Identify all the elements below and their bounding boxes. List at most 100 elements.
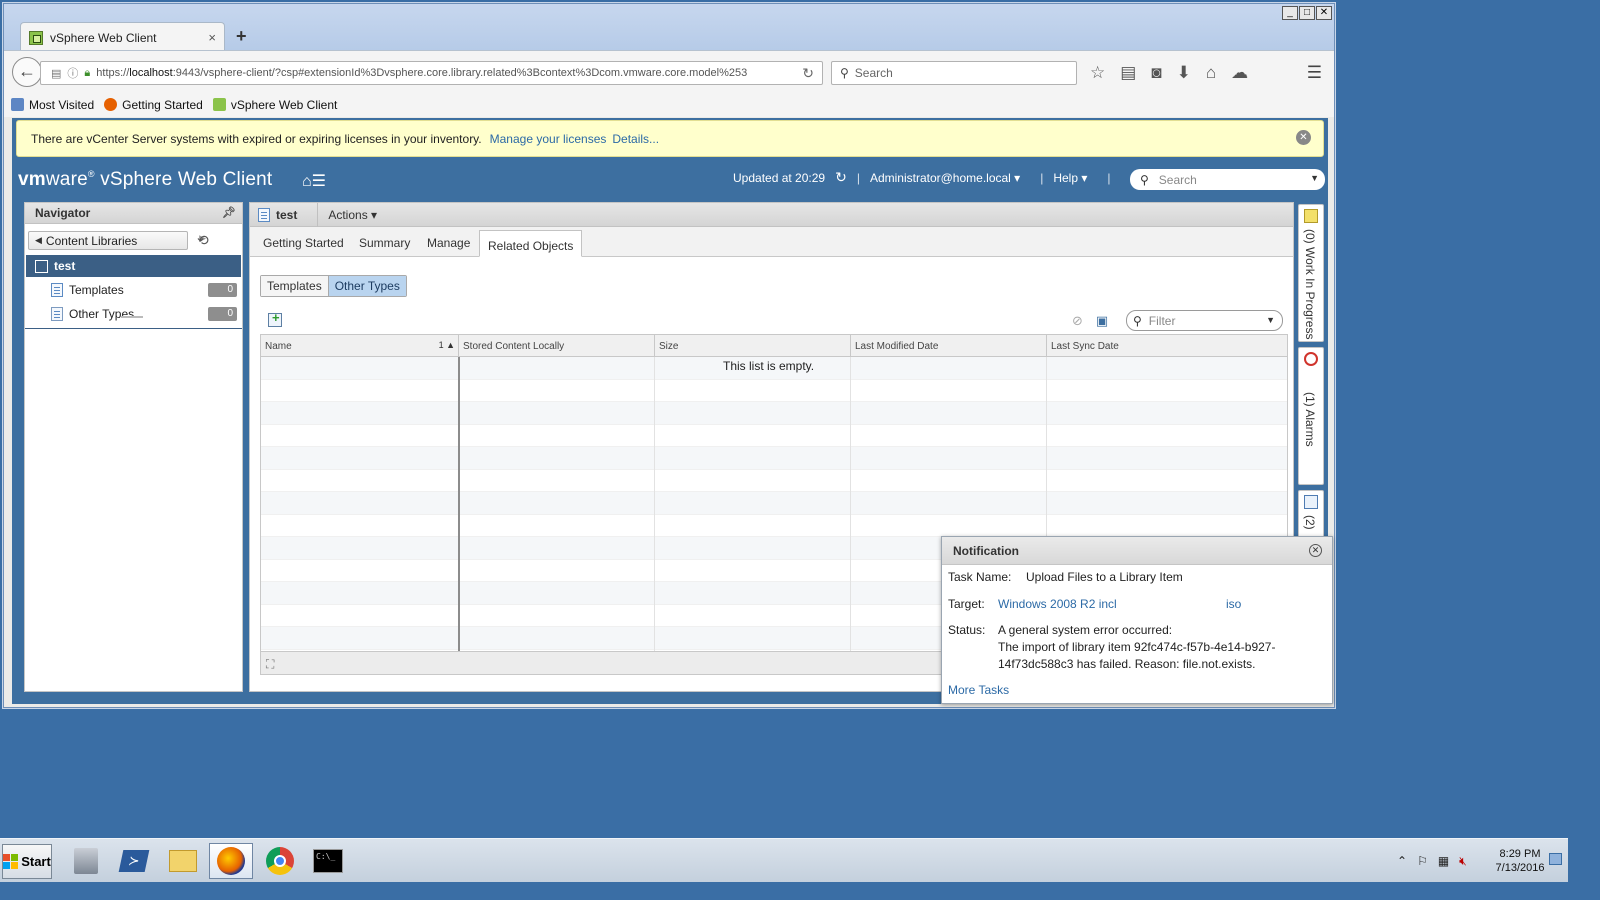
target-link-suffix[interactable]: iso (1226, 597, 1241, 611)
tab-manage[interactable]: Manage (427, 236, 470, 250)
close-banner-icon[interactable]: ✕ (1296, 130, 1311, 145)
show-hidden-icons-icon[interactable]: ⌃ (1397, 854, 1407, 868)
segment-other-types[interactable]: Other Types (327, 276, 406, 296)
column-divider[interactable] (458, 357, 460, 651)
column-divider (654, 357, 655, 651)
global-search-input[interactable]: ⚲ Search ▼ (1130, 169, 1325, 190)
nav-item-selected[interactable]: test (26, 255, 241, 277)
browser-titlebar: vSphere Web Client × + _ □ ✕ (4, 4, 1334, 52)
navigator-back-button[interactable]: ◀ Content Libraries ▶ (28, 231, 206, 250)
bookmark-most-visited[interactable]: Most Visited (11, 98, 94, 112)
details-link[interactable]: Details... (612, 132, 659, 146)
reading-list-icon[interactable]: ▤ (1120, 63, 1136, 83)
maximize-button[interactable]: □ (1299, 6, 1315, 20)
close-icon[interactable]: ✕ (1309, 544, 1322, 557)
taskbar-powershell[interactable]: ≻ (112, 843, 156, 879)
column-header-stored[interactable]: Stored Content Locally (459, 335, 655, 356)
close-window-button[interactable]: ✕ (1316, 6, 1332, 20)
document-icon (51, 307, 63, 321)
taskbar-server-manager[interactable] (64, 843, 108, 879)
tab-summary[interactable]: Summary (359, 236, 410, 250)
nav-item-other-types[interactable]: Other Types 0 (51, 303, 239, 325)
alarms-panel[interactable]: (1) Alarms (1298, 347, 1324, 485)
chat-icon[interactable]: ☁ (1231, 63, 1248, 83)
start-button[interactable]: Start (2, 844, 52, 879)
pin-icon[interactable]: 📌︎ (222, 206, 236, 219)
browser-search-input[interactable]: ⚲ Search (831, 61, 1077, 85)
tab-related-objects[interactable]: Related Objects (479, 230, 583, 257)
user-menu[interactable]: Administrator@home.local ▾ (870, 171, 1020, 186)
taskbar-chrome[interactable] (258, 843, 302, 879)
navigator-title: Navigator (35, 206, 91, 220)
add-item-icon[interactable] (268, 310, 282, 327)
history-icon[interactable]: ⟲ (197, 232, 209, 249)
binoculars-icon[interactable]: ⛶ (266, 657, 274, 672)
column-header-modified[interactable]: Last Modified Date (851, 335, 1047, 356)
home-icon[interactable]: ⌂ (1206, 63, 1216, 83)
download-icon[interactable]: ⬇ (1177, 63, 1191, 83)
minimize-button[interactable]: _ (1282, 6, 1298, 20)
chevron-down-icon[interactable]: ▼ (1266, 315, 1275, 325)
alarm-clock-icon (1304, 352, 1318, 366)
hamburger-menu-icon[interactable]: ☰ (1307, 63, 1322, 83)
alarms-label: (1) Alarms (1303, 392, 1317, 447)
work-in-progress-panel[interactable]: (0) Work In Progress (1298, 204, 1324, 342)
more-tasks-link[interactable]: More Tasks (948, 683, 1009, 697)
work-in-progress-label: (0) Work In Progress (1303, 229, 1317, 340)
new-tab-button[interactable]: + (236, 26, 247, 47)
column-header-name[interactable]: Name 1 ▲ (261, 335, 459, 356)
url-scheme: https:// (96, 67, 130, 79)
column-label: Name (265, 341, 292, 352)
firefox-icon (104, 98, 118, 111)
bookmark-vsphere[interactable]: vSphere Web Client (212, 98, 337, 112)
column-header-size[interactable]: Size (655, 335, 851, 356)
command-prompt-icon: C:\_ (313, 849, 343, 873)
manage-licenses-link[interactable]: Manage your licenses (490, 132, 607, 146)
chevron-down-icon[interactable]: ▼ (1310, 173, 1319, 183)
actions-menu[interactable]: Actions ▾ (317, 202, 377, 227)
export-icon[interactable]: ▣ (1096, 313, 1108, 329)
filter-input[interactable]: ⚲ Filter ▼ (1126, 310, 1283, 331)
url-bar[interactable]: ▤ ⓘ 🔒︎ https://localhost:9443/vsphere-cl… (40, 61, 823, 85)
windows-logo-icon (3, 854, 19, 869)
segment-templates[interactable]: Templates (261, 276, 328, 296)
most-visited-icon (11, 98, 24, 111)
target-link[interactable]: Windows 2008 R2 incl (998, 597, 1117, 611)
taskbar-explorer[interactable] (161, 843, 205, 879)
resize-handle[interactable] (121, 316, 143, 318)
reload-icon[interactable]: ↻ (802, 65, 814, 82)
url-path: :9443/vsphere-client/?csp#extensionId%3D… (172, 67, 748, 79)
grid-header: Name 1 ▲ Stored Content Locally Size Las… (261, 335, 1287, 357)
bookmark-star-icon[interactable]: ☆ (1090, 63, 1105, 83)
clear-filter-icon[interactable]: ⊘ (1072, 313, 1083, 329)
type-segmented-control: Templates Other Types (260, 275, 407, 297)
table-row (261, 515, 1287, 537)
tab-close-icon[interactable]: × (208, 30, 216, 45)
notification-header: Notification ✕ (942, 537, 1332, 565)
browser-tab[interactable]: vSphere Web Client × (20, 22, 225, 52)
column-header-sync[interactable]: Last Sync Date (1047, 335, 1287, 356)
bookmark-getting-started[interactable]: Getting Started (104, 98, 203, 112)
page-icon: ▤ (51, 67, 62, 80)
network-icon[interactable]: ▦ (1438, 854, 1449, 868)
filter-placeholder: Filter (1148, 313, 1176, 328)
show-desktop-button[interactable] (1549, 853, 1562, 865)
taskbar-clock[interactable]: 8:29 PM 7/13/2016 (1493, 847, 1547, 875)
taskbar-cmd[interactable]: C:\_ (306, 843, 350, 879)
nav-item-templates[interactable]: Templates 0 (51, 279, 239, 301)
taskbar-firefox[interactable] (209, 843, 253, 879)
volume-muted-icon[interactable]: 🔇︎ (1459, 854, 1467, 869)
info-icon[interactable]: ⓘ (67, 65, 78, 81)
action-center-flag-icon[interactable]: ⚐ (1417, 854, 1428, 868)
home-menu-icon[interactable]: ⌂☰ (302, 171, 326, 191)
back-arrow-icon[interactable]: ← (12, 57, 42, 87)
pocket-icon[interactable]: ◙ (1151, 63, 1161, 83)
global-search-placeholder: Search (1158, 172, 1197, 187)
tab-getting-started[interactable]: Getting Started (263, 236, 344, 250)
help-menu[interactable]: Help ▾ (1053, 171, 1087, 186)
refresh-icon[interactable]: ↻ (835, 169, 847, 186)
object-title: test (276, 207, 298, 222)
vsphere-favicon-icon (29, 30, 43, 45)
separator: | (1040, 171, 1044, 185)
server-manager-icon (74, 848, 98, 874)
